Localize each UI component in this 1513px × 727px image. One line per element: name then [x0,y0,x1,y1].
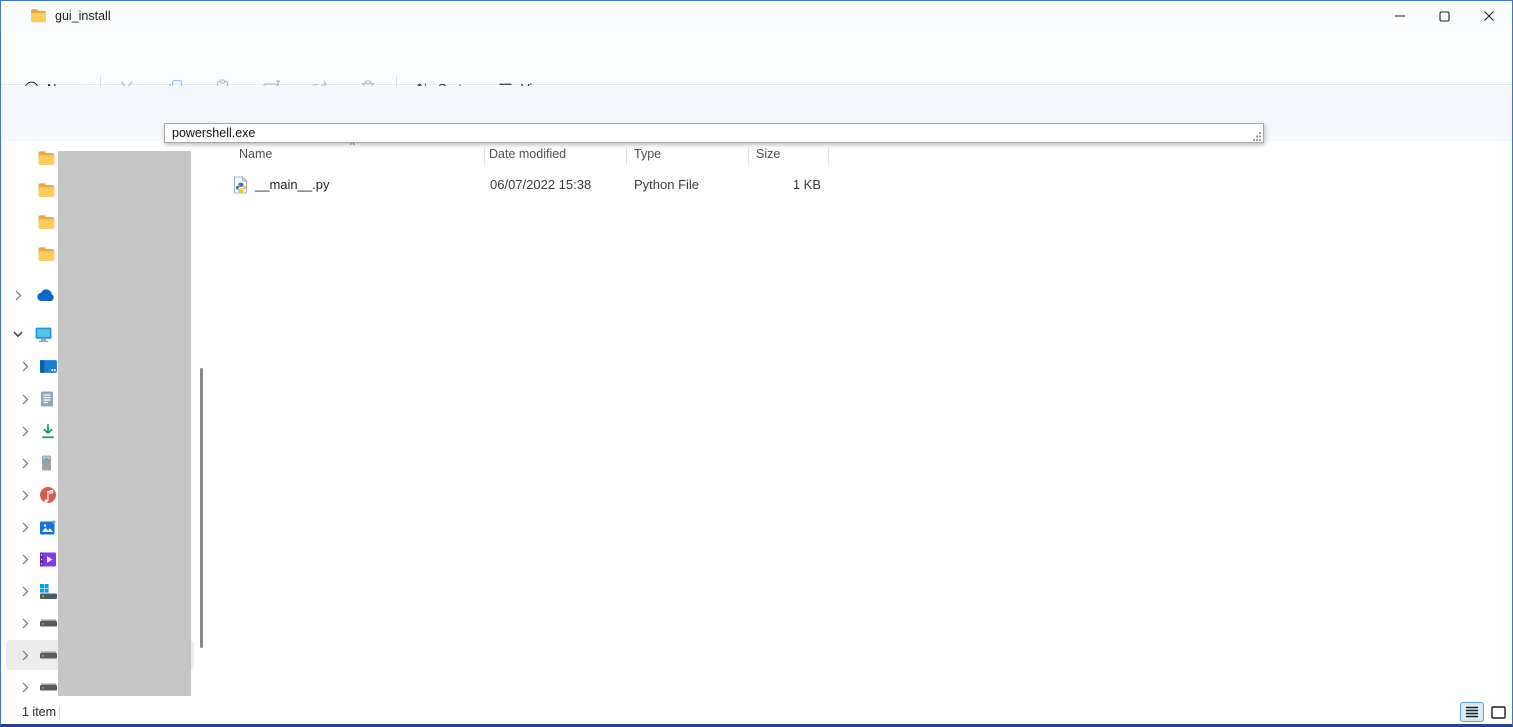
videos-icon [39,551,57,568]
drive-icon [39,679,58,696]
resize-grip-icon[interactable] [1252,131,1262,141]
chevron-right-icon[interactable] [20,618,30,629]
chevron-right-icon[interactable] [13,290,23,301]
chevron-right-icon[interactable] [20,490,30,501]
column-header-date-modified[interactable]: Date modified [489,147,566,161]
details-view-toggle[interactable] [1460,702,1484,722]
folder-icon [37,150,56,166]
minimize-button[interactable] [1379,1,1421,31]
folder-icon [37,214,56,230]
downloads-icon [39,422,57,440]
sidebar-scrollbar[interactable] [200,368,203,648]
explorer-window: gui_install New [0,0,1513,727]
chevron-down-icon[interactable] [13,331,23,338]
details-view-icon [1465,706,1479,718]
column-header-type[interactable]: Type [634,147,661,161]
status-divider [59,706,60,720]
windows-drive-icon [39,583,58,600]
item-count-label: 1 item [22,705,56,719]
file-row[interactable]: __main__.py 06/07/2022 15:38 Python File… [209,172,1039,198]
folder-icon [30,8,47,23]
file-date-modified: 06/07/2022 15:38 [490,177,591,192]
column-separator[interactable] [828,147,829,165]
column-header-name[interactable]: Name [239,147,272,161]
music-icon [39,486,57,504]
drive-icon [39,615,58,632]
address-autocomplete-dropdown: powershell.exe [164,123,1264,143]
pictures-icon [39,519,57,536]
maximize-button[interactable] [1423,1,1465,31]
icons-view-icon [1491,706,1506,719]
file-list-panel: ∧ Name Date modified Type Size __main__.… [209,141,1513,701]
column-header-size[interactable]: Size [756,147,780,161]
redacted-label-block [58,151,191,696]
title-bar: gui_install [1,1,1512,31]
file-size: 1 KB [748,177,821,192]
command-toolbar: New Sort [1,31,1512,85]
column-separator[interactable] [484,147,485,165]
onedrive-cloud-icon [35,288,56,302]
chevron-right-icon[interactable] [20,650,30,661]
python-file-icon [232,176,249,194]
close-button[interactable] [1468,1,1510,31]
file-name: __main__.py [255,177,329,192]
navigation-pane [1,141,209,701]
file-type: Python File [634,177,699,192]
column-separator[interactable] [626,147,627,165]
this-pc-monitor-icon [34,326,53,343]
column-separator[interactable] [748,147,749,165]
chevron-right-icon[interactable] [20,394,30,405]
chevron-right-icon[interactable] [20,586,30,597]
icons-view-toggle[interactable] [1486,702,1510,722]
chevron-right-icon[interactable] [20,426,30,437]
chevron-right-icon[interactable] [20,522,30,533]
autocomplete-suggestion-item[interactable]: powershell.exe [172,126,255,140]
chevron-right-icon[interactable] [20,361,30,372]
chevron-right-icon[interactable] [20,554,30,565]
drive-icon [39,647,58,664]
portable-device-icon [39,454,54,472]
documents-icon [39,390,55,408]
status-bar: 1 item [1,701,1512,725]
chevron-right-icon[interactable] [20,682,30,693]
folder-icon [37,182,56,198]
chevron-right-icon[interactable] [20,458,30,469]
window-title: gui_install [55,9,111,23]
desktop-icon [39,359,58,374]
folder-icon [37,246,56,262]
